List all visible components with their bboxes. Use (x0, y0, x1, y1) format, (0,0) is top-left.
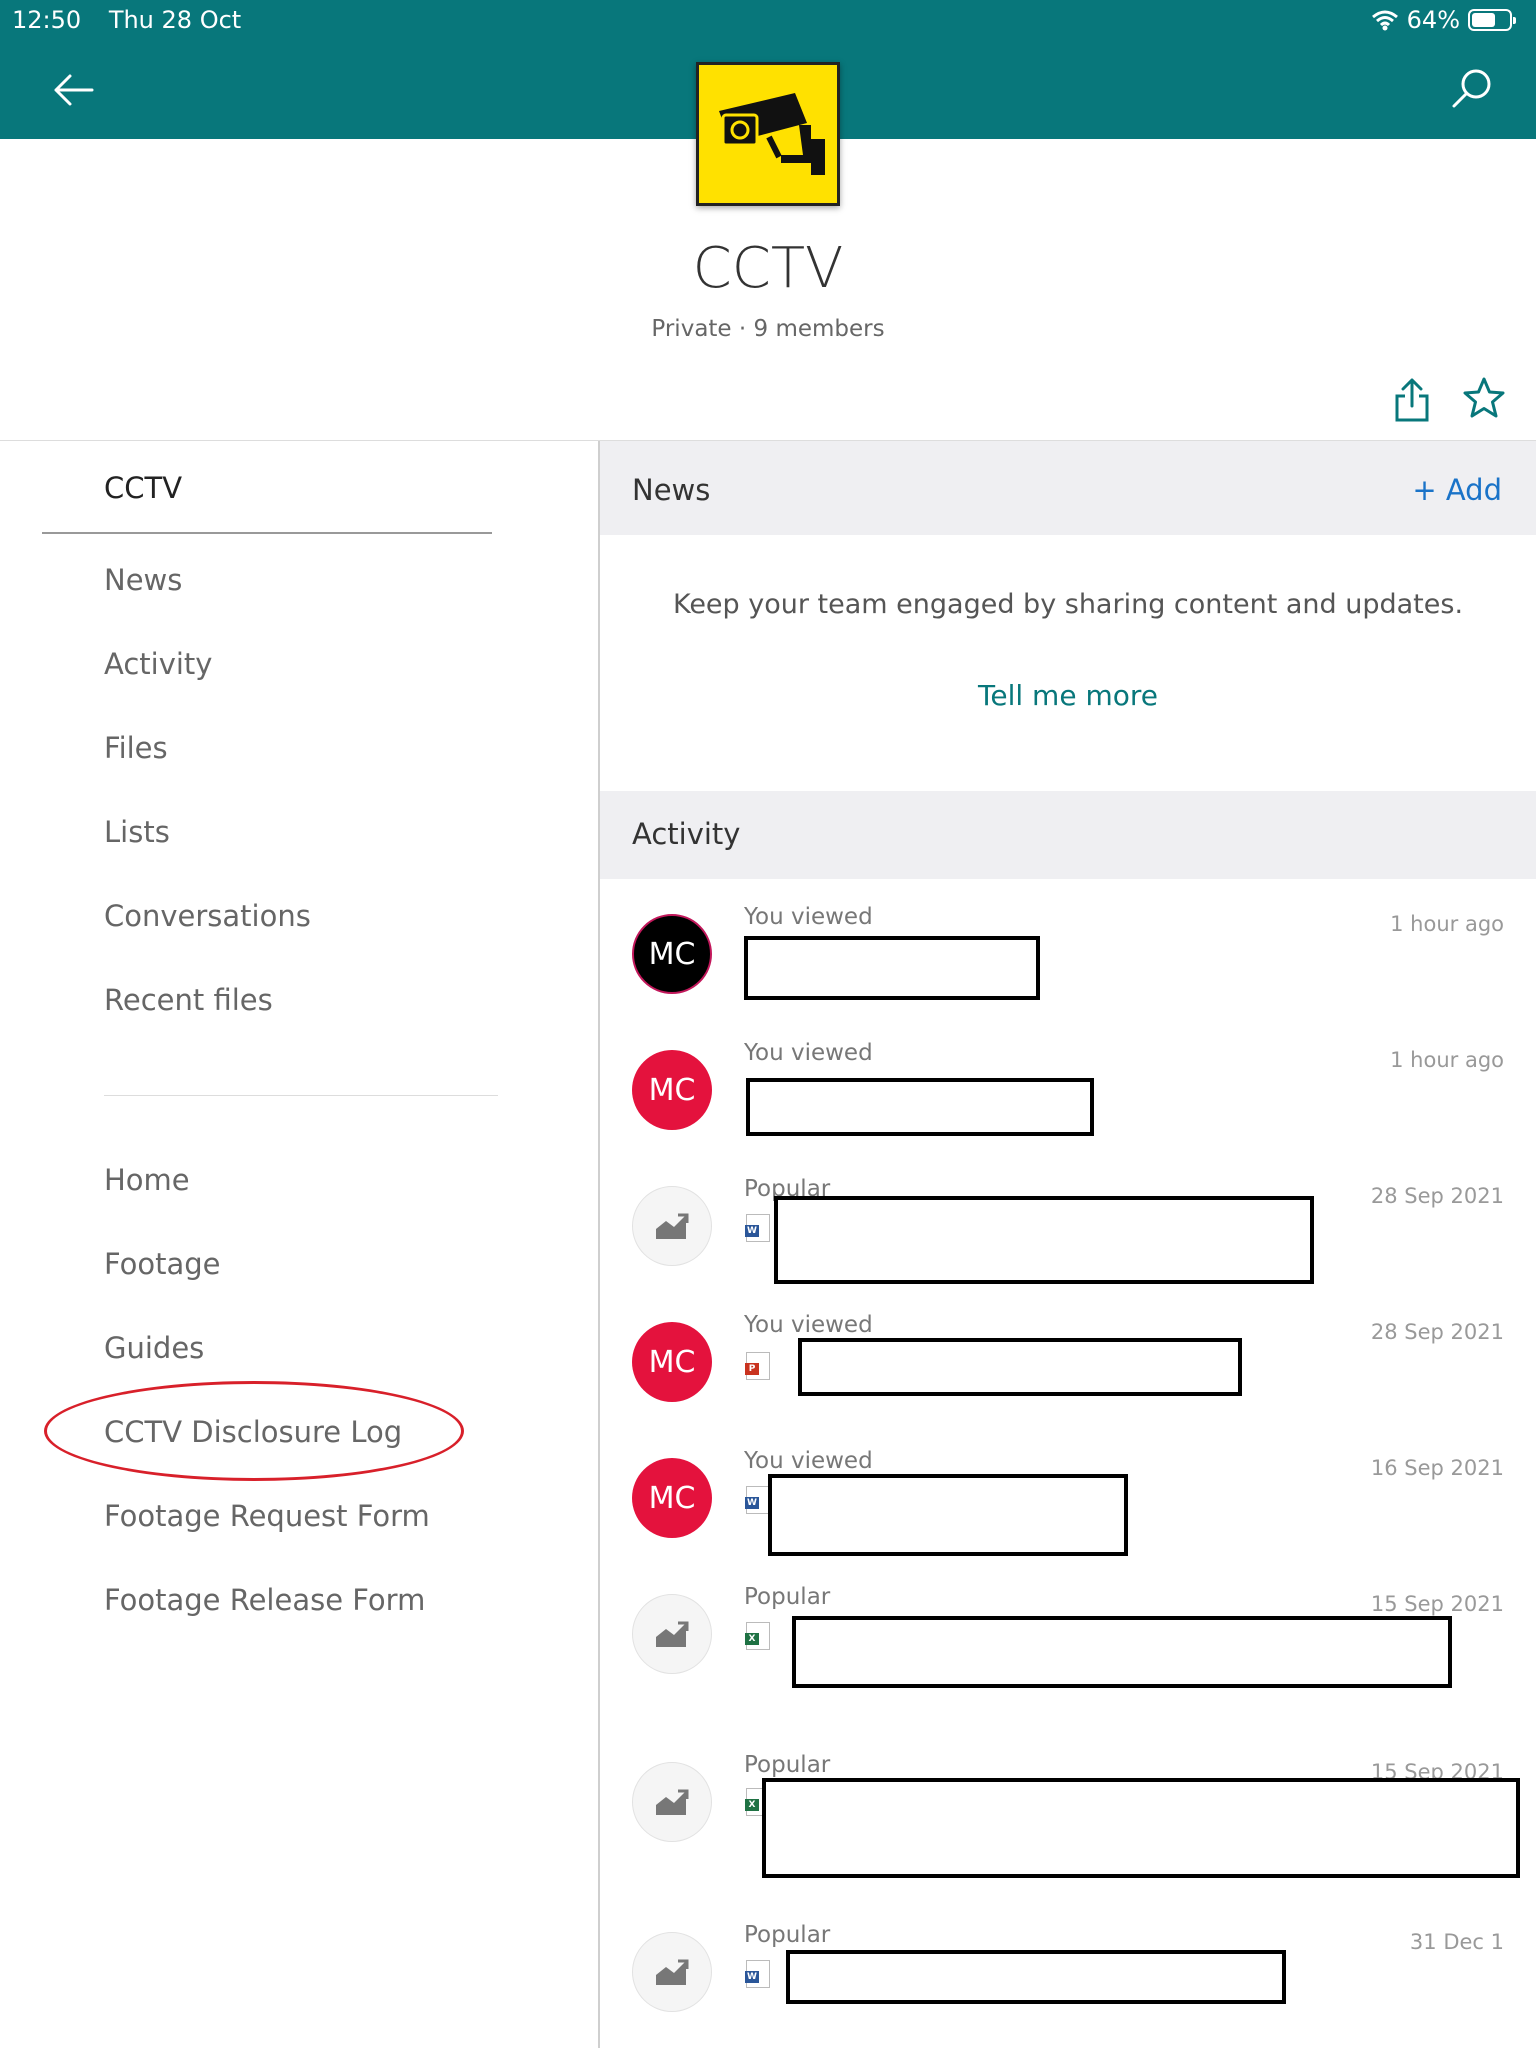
news-section-header: News + Add (600, 441, 1536, 535)
redacted-filename (798, 1338, 1242, 1396)
nav-item-lists[interactable]: Lists (104, 815, 170, 849)
redacted-filename (744, 936, 1040, 1000)
activity-kind: You viewed (744, 1040, 873, 1066)
activity-item[interactable]: MC You viewed 1 hour ago (600, 884, 1536, 1020)
wifi-icon (1371, 10, 1398, 31)
avatar: MC (632, 914, 712, 994)
nav-title[interactable]: CCTV (104, 471, 182, 505)
search-icon (1452, 69, 1491, 108)
status-date: Thu 28 Oct (108, 6, 242, 34)
redacted-filename (792, 1616, 1452, 1688)
activity-kind: You viewed (744, 1448, 873, 1474)
avatar (632, 1762, 712, 1842)
nav-item-files[interactable]: Files (104, 731, 168, 765)
battery-icon (1468, 9, 1516, 31)
trending-chart-icon (656, 1213, 689, 1239)
activity-time: 16 Sep 2021 (1370, 1456, 1504, 1480)
avatar-initials: MC (648, 1072, 696, 1108)
redacted-filename (768, 1474, 1128, 1556)
nav-link-footage[interactable]: Footage (104, 1247, 221, 1281)
avatar-initials: MC (648, 1480, 696, 1516)
nav-item-news[interactable]: News (104, 563, 182, 597)
back-button[interactable] (52, 68, 96, 112)
nav-item-activity[interactable]: Activity (104, 647, 212, 681)
word-file-icon: W (745, 1214, 770, 1242)
word-file-icon: W (745, 1486, 770, 1514)
activity-item[interactable]: MC You viewed 16 Sep 2021 W (600, 1428, 1536, 1564)
trending-chart-icon (656, 1789, 689, 1815)
activity-kind: You viewed (744, 1312, 873, 1338)
share-icon (1395, 378, 1429, 422)
activity-kind: Popular (744, 1752, 831, 1778)
battery-percent: 64% (1406, 6, 1460, 34)
site-navigation: CCTV News Activity Files Lists Conversat… (0, 441, 598, 2048)
activity-section-header: Activity (600, 791, 1536, 879)
activity-time: 31 Dec 1 (1409, 1930, 1504, 1954)
avatar: MC (632, 1458, 712, 1538)
site-meta: Private · 9 members (651, 316, 885, 342)
activity-item[interactable]: Popular 28 Sep 2021 W (600, 1156, 1536, 1292)
activity-item[interactable]: Popular 15 Sep 2021 X (600, 1564, 1536, 1732)
activity-item[interactable]: MC You viewed 28 Sep 2021 P (600, 1292, 1536, 1428)
activity-kind: You viewed (744, 904, 873, 930)
add-news-button[interactable]: + Add (1412, 473, 1502, 507)
avatar (632, 1594, 712, 1674)
redacted-filename (746, 1078, 1094, 1136)
activity-time: 28 Sep 2021 (1370, 1320, 1504, 1344)
redacted-filename (774, 1196, 1314, 1284)
avatar: MC (632, 1050, 712, 1130)
status-bar-right: 64% (1371, 6, 1516, 34)
activity-item[interactable]: MC You viewed 1 hour ago (600, 1020, 1536, 1156)
site-logo (696, 62, 840, 206)
nav-divider (104, 1095, 498, 1096)
activity-kind: Popular (744, 1584, 831, 1610)
site-title: CCTV (692, 236, 844, 301)
activity-kind: Popular (744, 1922, 831, 1948)
nav-link-footage-release-form[interactable]: Footage Release Form (104, 1583, 425, 1617)
status-bar-left: 12:50 Thu 28 Oct (12, 6, 261, 34)
avatar (632, 1932, 712, 2012)
nav-item-conversations[interactable]: Conversations (104, 899, 311, 933)
news-empty-message: Keep your team engaged by sharing conten… (672, 589, 1464, 620)
avatar-initials: MC (648, 1344, 696, 1380)
excel-file-icon: X (745, 1622, 770, 1650)
pdf-file-icon: P (745, 1352, 770, 1380)
activity-heading: Activity (632, 817, 741, 851)
nav-link-home[interactable]: Home (104, 1163, 190, 1197)
main-content: News + Add Keep your team engaged by sha… (600, 441, 1536, 2048)
tell-me-more-link[interactable]: Tell me more (600, 679, 1536, 712)
nav-link-guides[interactable]: Guides (104, 1331, 204, 1365)
avatar (632, 1186, 712, 1266)
star-icon (1463, 377, 1505, 418)
cctv-camera-icon (719, 93, 825, 175)
status-time: 12:50 (12, 6, 82, 34)
nav-link-footage-request-form[interactable]: Footage Request Form (104, 1499, 430, 1533)
redacted-filename (786, 1950, 1286, 2004)
arrow-left-icon (54, 74, 94, 106)
avatar-initials: MC (648, 936, 696, 972)
news-heading: News (632, 473, 711, 507)
trending-chart-icon (656, 1621, 689, 1647)
redacted-filename (762, 1778, 1520, 1878)
share-button[interactable] (1392, 376, 1432, 424)
activity-item[interactable]: Popular 31 Dec 1 W (600, 1902, 1536, 2038)
battery-fill (1472, 13, 1495, 27)
activity-time: 1 hour ago (1390, 912, 1504, 936)
activity-time: 1 hour ago (1390, 1048, 1504, 1072)
word-file-icon: W (745, 1960, 770, 1988)
trending-chart-icon (656, 1959, 689, 1985)
activity-item[interactable]: Popular 15 Sep 2021 X (600, 1732, 1536, 1902)
activity-time: 28 Sep 2021 (1370, 1184, 1504, 1208)
favorite-button[interactable] (1462, 376, 1506, 420)
nav-item-recent-files[interactable]: Recent files (104, 983, 273, 1017)
nav-title-divider (42, 532, 492, 534)
nav-link-cctv-disclosure-log[interactable]: CCTV Disclosure Log (104, 1415, 402, 1449)
avatar: MC (632, 1322, 712, 1402)
activity-time: 15 Sep 2021 (1370, 1592, 1504, 1616)
search-button[interactable] (1448, 64, 1496, 112)
